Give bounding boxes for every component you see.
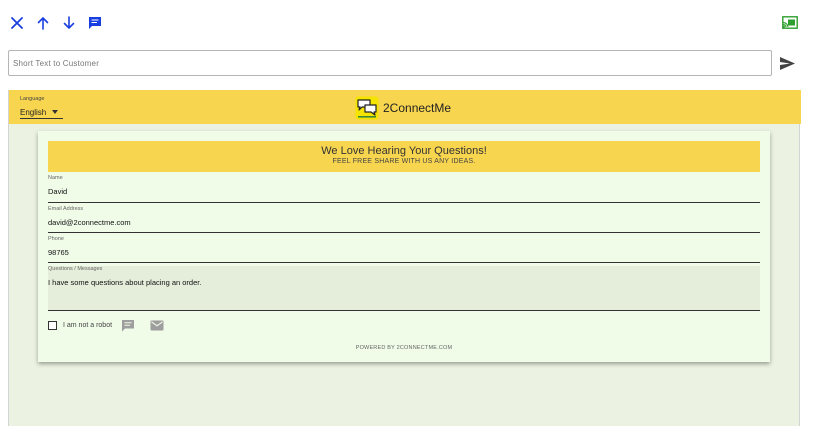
arrow-down-icon	[63, 16, 75, 29]
phone-field[interactable]: Phone 98765	[48, 236, 760, 263]
cast-button[interactable]	[780, 13, 800, 31]
contact-form-card: We Love Hearing Your Questions! FEEL FRE…	[38, 131, 770, 362]
previous-button[interactable]	[34, 12, 52, 34]
robot-label: I am not a robot	[63, 321, 113, 329]
send-email-button[interactable]	[150, 319, 164, 332]
email-value: david@2connectme.com	[48, 218, 131, 227]
questions-label: Questions / Messages	[48, 266, 103, 272]
chat-app-frame: Language English 2ConnectMe We Love Hear…	[8, 90, 801, 426]
name-value: David	[48, 187, 68, 196]
next-button[interactable]	[60, 12, 78, 34]
brand-name: 2ConnectMe	[383, 101, 452, 115]
language-value: English	[20, 107, 47, 117]
page: Language English 2ConnectMe We Love Hear…	[0, 0, 813, 426]
language-select[interactable]: English	[20, 106, 63, 119]
arrow-up-icon	[37, 17, 49, 30]
close-icon	[11, 17, 23, 29]
email-label: Email Address	[48, 206, 84, 212]
send-icon	[779, 56, 795, 70]
chat-button[interactable]	[86, 12, 104, 34]
questions-value: I have some questions about placing an o…	[48, 278, 202, 287]
form-banner: We Love Hearing Your Questions! FEEL FRE…	[48, 141, 760, 172]
name-field[interactable]: Name David	[48, 175, 760, 203]
phone-value: 98765	[48, 248, 69, 257]
app-header: Language English 2ConnectMe	[9, 90, 801, 124]
send-button[interactable]	[778, 54, 796, 72]
caret-down-icon	[52, 110, 59, 114]
short-text-input[interactable]	[8, 50, 772, 76]
form-subtitle: FEEL FREE SHARE WITH US ANY IDEAS.	[332, 158, 476, 165]
language-label: Language	[20, 96, 45, 102]
cast-icon	[782, 15, 798, 29]
mail-icon	[150, 320, 164, 330]
brand: 2ConnectMe	[355, 96, 451, 120]
email-field[interactable]: Email Address david@2connectme.com	[48, 206, 760, 233]
message-bar	[8, 50, 800, 76]
logo-icon	[355, 96, 379, 120]
robot-check-row: I am not a robot	[48, 318, 164, 332]
name-label: Name	[48, 175, 63, 181]
form-title: We Love Hearing Your Questions!	[321, 145, 487, 157]
powered-by-footer: POWERED BY 2CONNECTME.COM	[355, 345, 453, 351]
chat-icon	[122, 319, 135, 331]
phone-label: Phone	[48, 236, 64, 242]
questions-field[interactable]: Questions / Messages I have some questio…	[48, 266, 760, 311]
send-chat-button[interactable]	[121, 319, 135, 332]
robot-checkbox[interactable]	[48, 320, 57, 330]
close-button[interactable]	[8, 12, 26, 34]
chat-icon	[89, 17, 101, 29]
top-toolbar	[8, 10, 104, 36]
